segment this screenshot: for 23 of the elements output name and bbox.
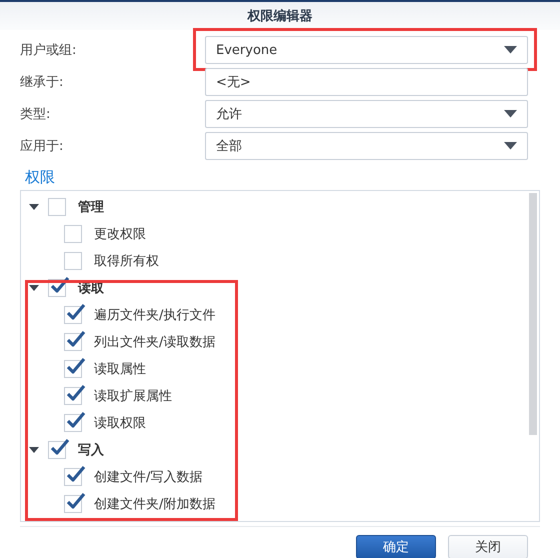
text-field[interactable]: <无> <box>205 68 528 96</box>
group-label: 写入 <box>78 442 104 458</box>
permission-label: 读取权限 <box>94 414 146 432</box>
group-label: 管理 <box>78 198 104 216</box>
permission-label: 读取扩展属性 <box>94 388 172 404</box>
section-title: 权限 <box>25 168 55 186</box>
permission-label: 列出文件夹/读取数据 <box>94 334 216 350</box>
field-label: 继承于: <box>20 74 64 91</box>
confirm-button[interactable]: 确定 <box>356 535 436 558</box>
dialog-title: 权限编辑器 <box>248 8 312 25</box>
permission-label: 创建文件/写入数据 <box>94 468 202 486</box>
dropdown-field[interactable]: 允许 <box>205 100 528 128</box>
field-label: 类型: <box>20 106 52 123</box>
permission-label: 读取属性 <box>94 360 146 378</box>
dropdown-field[interactable]: Everyone <box>205 36 528 64</box>
permission-label: 遍历文件夹/执行文件 <box>94 306 216 324</box>
permission-label: 更改权限 <box>94 226 146 242</box>
permission-label: 取得所有权 <box>94 252 159 270</box>
permission-label: 创建文件夹/附加数据 <box>94 496 216 512</box>
close-button[interactable]: 关闭 <box>448 535 528 558</box>
field-label: 用户或组: <box>20 42 78 59</box>
dropdown-field[interactable]: 全部 <box>205 132 528 160</box>
field-label: 应用于: <box>20 138 64 155</box>
